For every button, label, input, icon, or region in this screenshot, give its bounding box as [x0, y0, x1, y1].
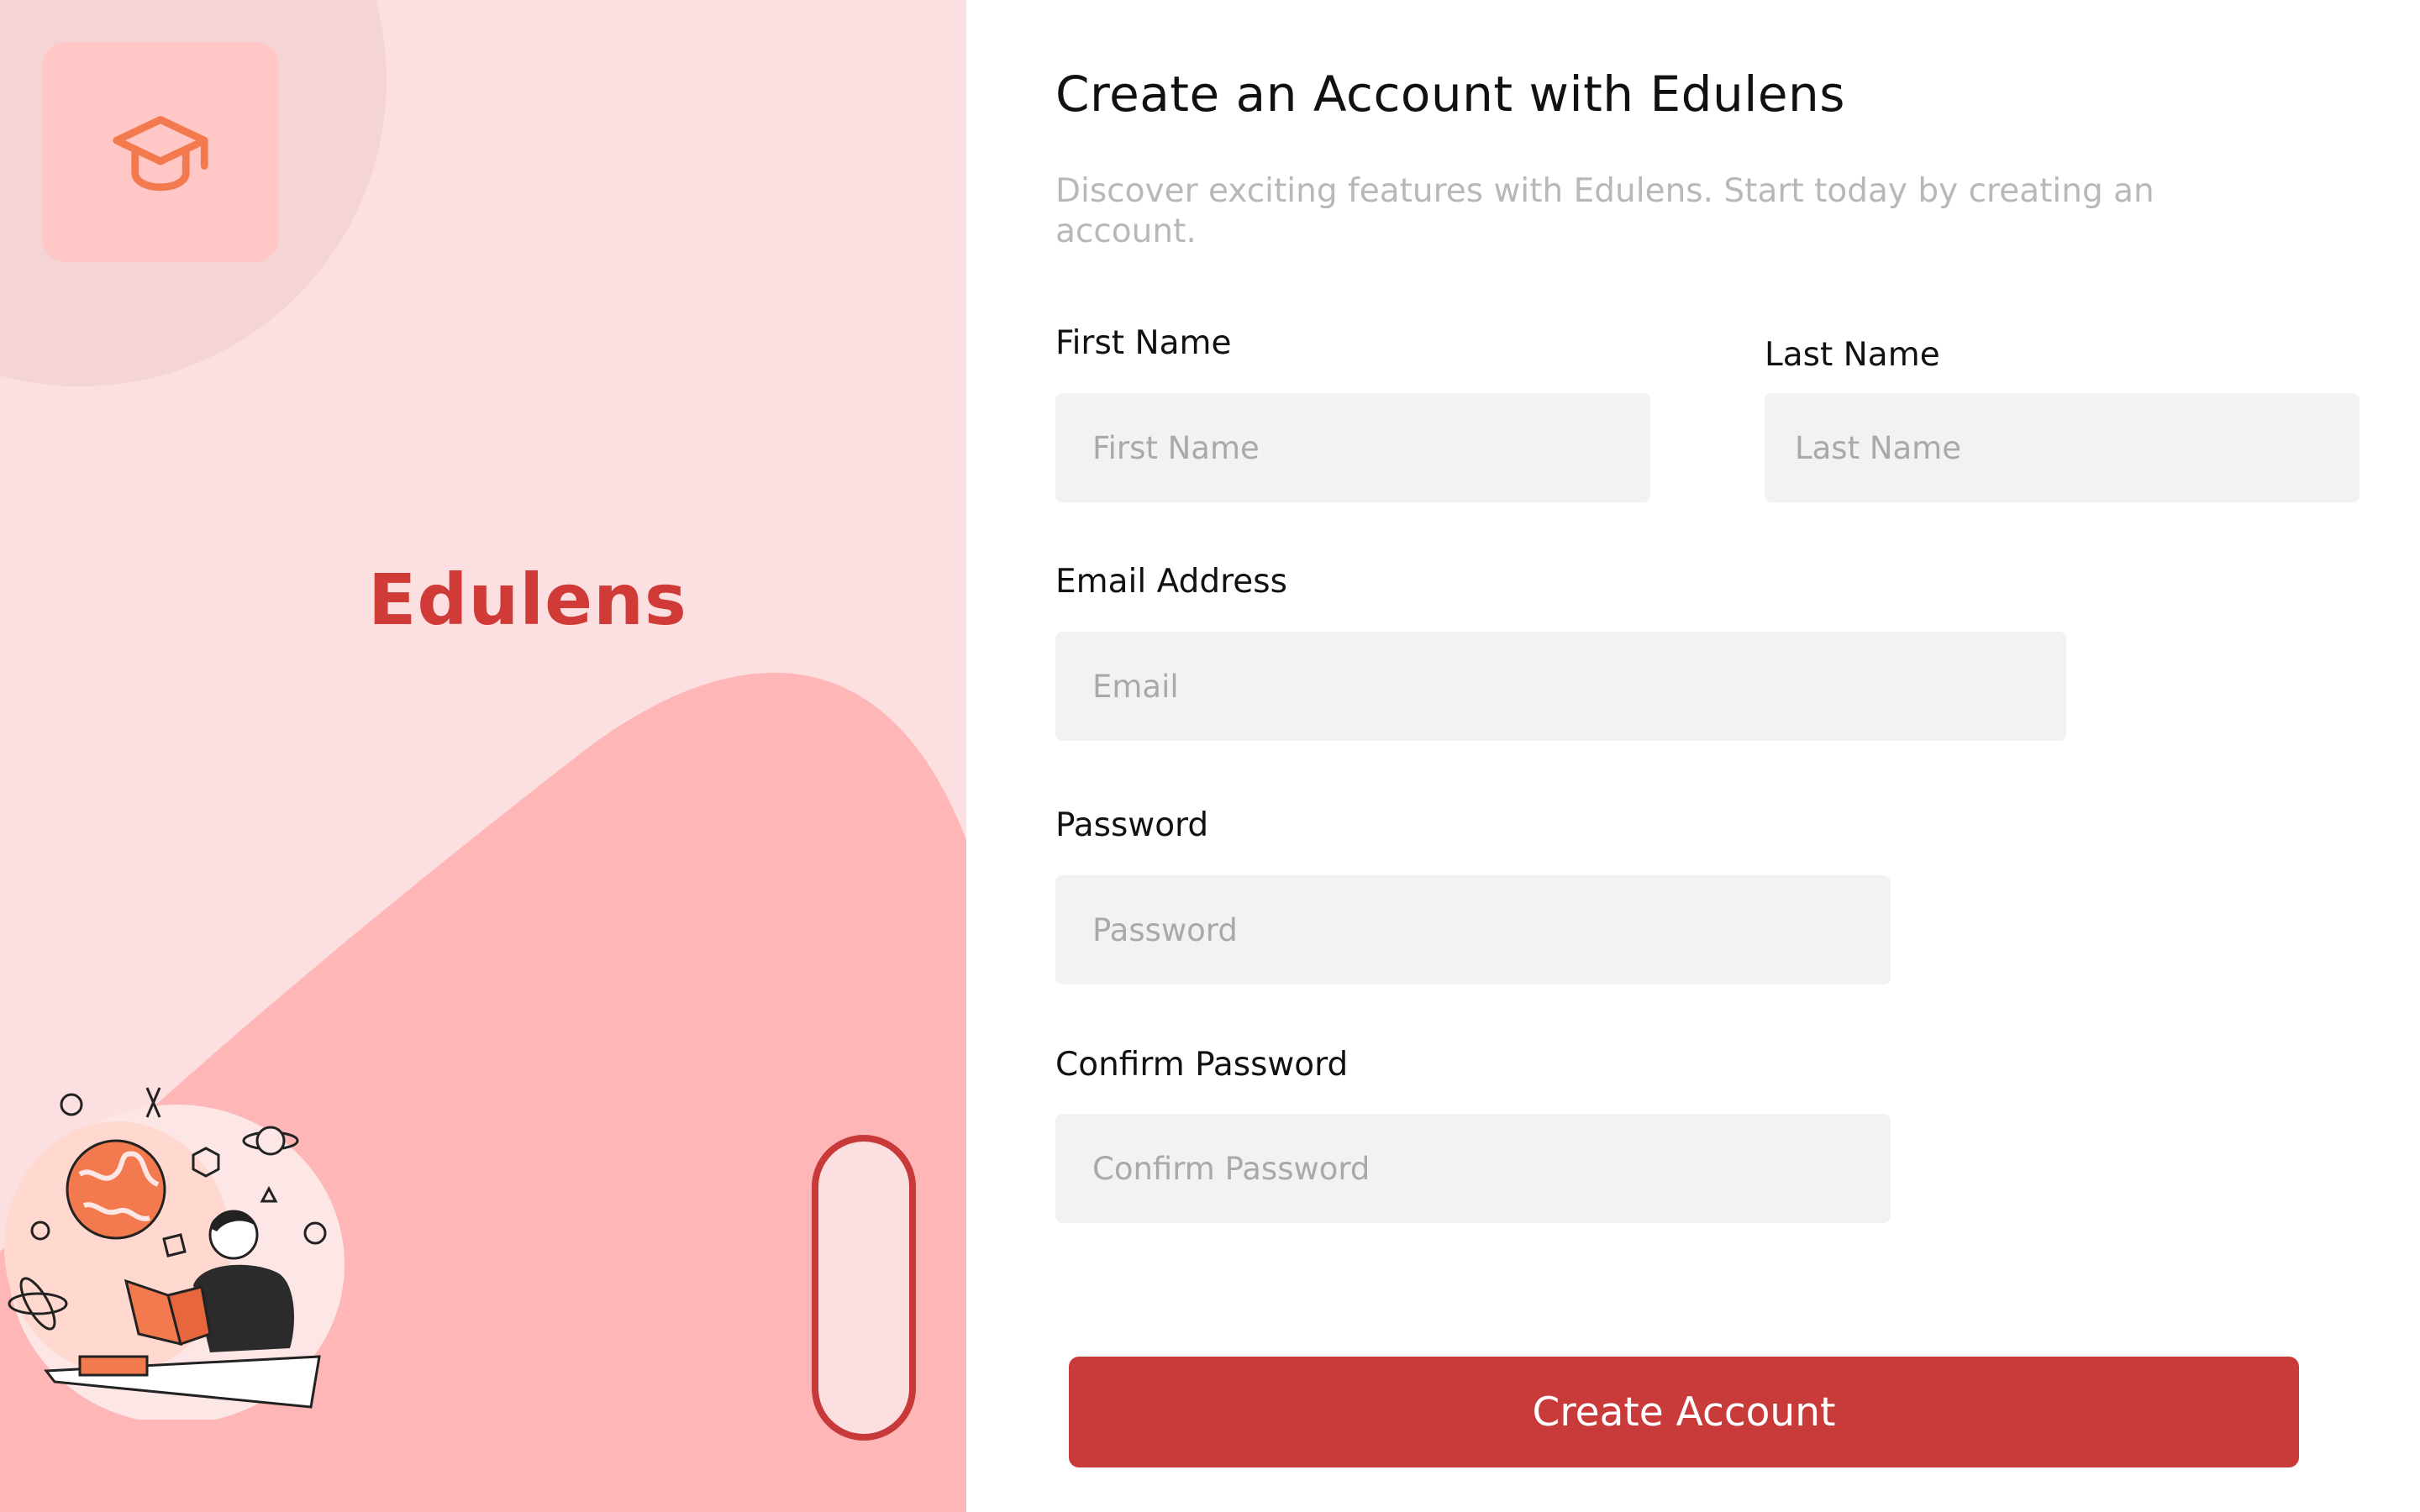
logo-tile — [42, 42, 279, 262]
password-label: Password — [1055, 806, 1209, 844]
email-label: Email Address — [1055, 563, 1287, 601]
last-name-input[interactable] — [1765, 393, 2360, 502]
brand-name: Edulens — [368, 559, 687, 641]
student-reading-illustration — [4, 1087, 345, 1420]
scroll-handle[interactable] — [812, 1135, 916, 1441]
last-name-label: Last Name — [1765, 336, 1940, 374]
confirm-password-input[interactable] — [1055, 1114, 1891, 1223]
create-account-button[interactable]: Create Account — [1069, 1357, 2299, 1467]
first-name-input[interactable] — [1055, 393, 1650, 502]
password-input[interactable] — [1055, 875, 1891, 984]
email-input[interactable] — [1055, 632, 2066, 741]
first-name-label: First Name — [1055, 324, 1232, 362]
page-subtitle: Discover exciting features with Edulens.… — [1055, 172, 2154, 250]
confirm-password-label: Confirm Password — [1055, 1046, 1349, 1084]
branding-panel: Edulens — [0, 0, 966, 1512]
signup-form-panel: Create an Account with Edulens Discover … — [966, 0, 2420, 1512]
graduation-cap-icon — [113, 116, 208, 192]
page-title: Create an Account with Edulens — [1055, 66, 1845, 123]
